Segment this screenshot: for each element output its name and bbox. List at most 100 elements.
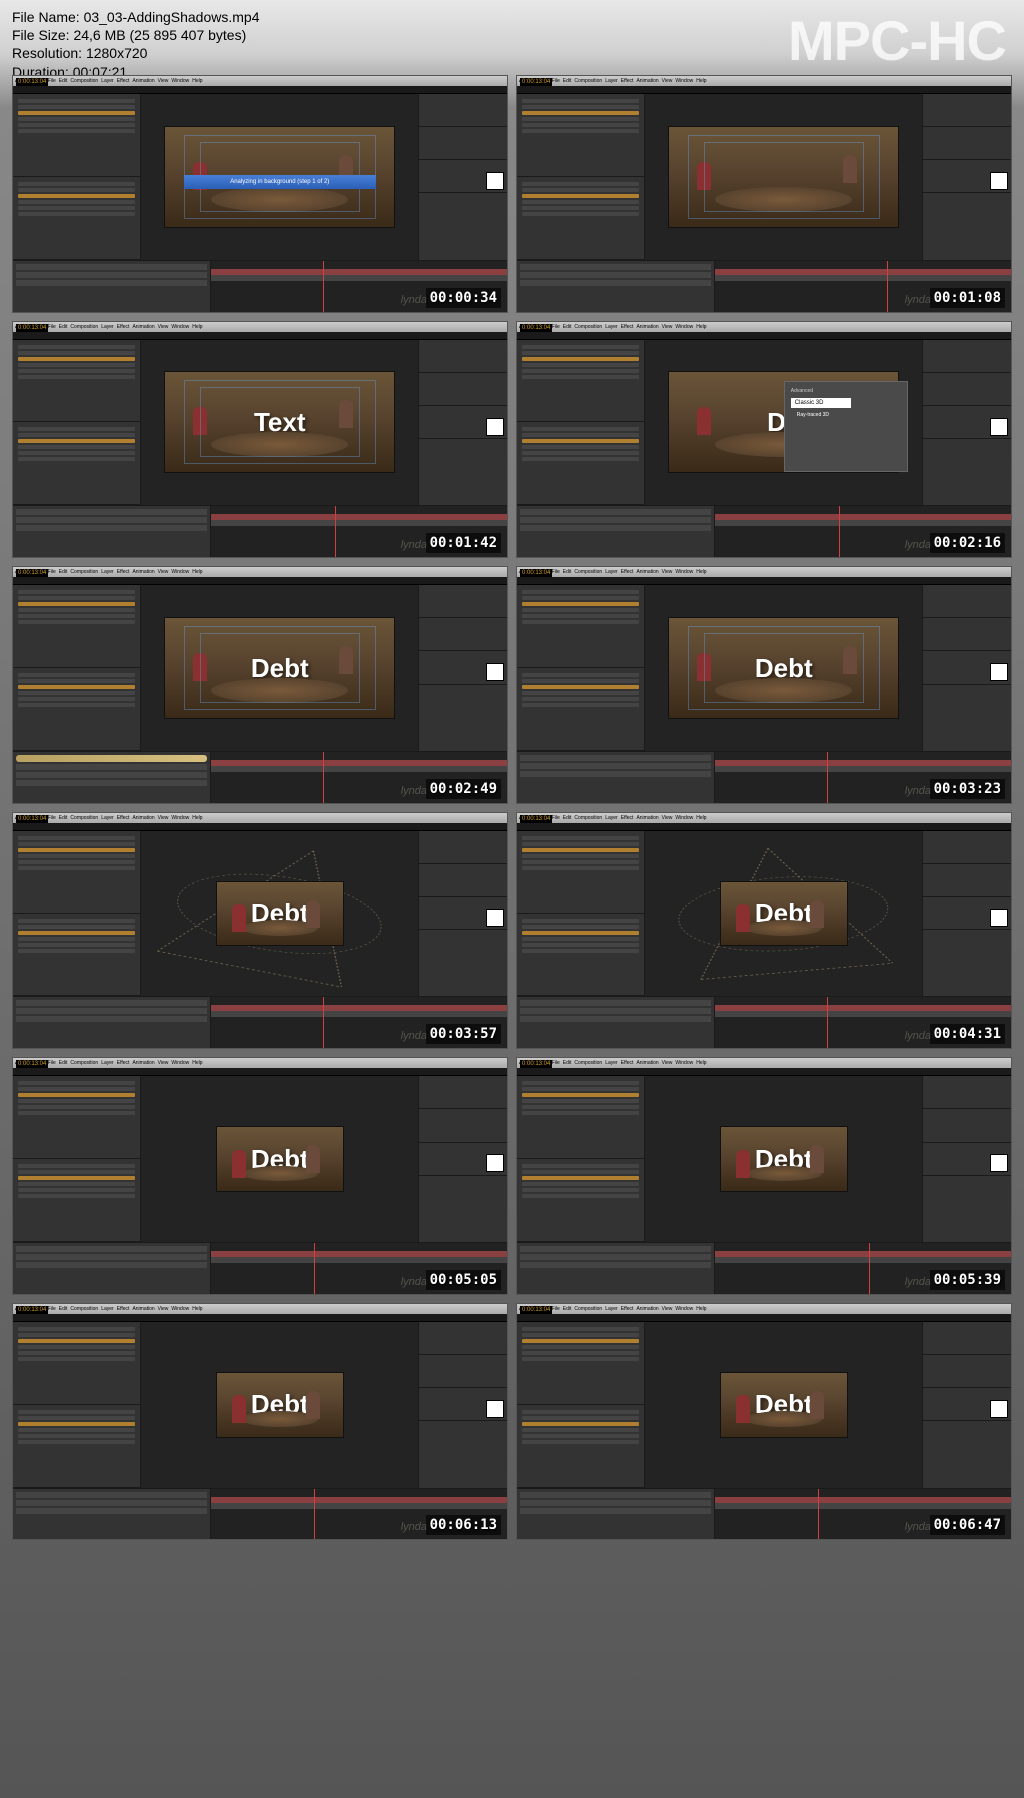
menu-view[interactable]: View bbox=[662, 324, 673, 330]
menu-animation[interactable]: Animation bbox=[636, 815, 658, 821]
menu-edit[interactable]: Edit bbox=[563, 1060, 572, 1066]
menu-file[interactable]: File bbox=[48, 1306, 56, 1312]
menu-animation[interactable]: Animation bbox=[132, 1060, 154, 1066]
playhead[interactable] bbox=[314, 1243, 315, 1294]
color-swatch[interactable] bbox=[990, 172, 1008, 190]
menu-help[interactable]: Help bbox=[696, 815, 706, 821]
effects-panel[interactable] bbox=[922, 340, 1011, 506]
preview-frame[interactable]: Debt bbox=[216, 1126, 344, 1192]
effects-panel[interactable] bbox=[418, 831, 507, 997]
color-swatch[interactable] bbox=[486, 1400, 504, 1418]
preview-frame[interactable]: Debt bbox=[668, 617, 899, 719]
color-swatch[interactable] bbox=[486, 1154, 504, 1172]
playhead[interactable] bbox=[323, 752, 324, 803]
menu-edit[interactable]: Edit bbox=[563, 78, 572, 84]
composition-viewer[interactable]: Debt bbox=[141, 585, 418, 751]
menu-composition[interactable]: Composition bbox=[574, 1060, 602, 1066]
menu-animation[interactable]: Animation bbox=[636, 569, 658, 575]
current-time[interactable]: 0:00:13:04 bbox=[520, 1060, 552, 1068]
menu-file[interactable]: File bbox=[48, 1060, 56, 1066]
preview-frame[interactable]: Debt bbox=[720, 1372, 848, 1438]
menu-window[interactable]: Window bbox=[675, 1060, 693, 1066]
menu-effect[interactable]: Effect bbox=[621, 324, 634, 330]
toolbar[interactable] bbox=[13, 86, 507, 94]
menu-layer[interactable]: Layer bbox=[101, 1060, 114, 1066]
current-time[interactable]: 0:00:13:04 bbox=[520, 78, 552, 86]
menu-composition[interactable]: Composition bbox=[70, 324, 98, 330]
current-time[interactable]: 0:00:13:04 bbox=[16, 324, 48, 332]
project-panel[interactable] bbox=[517, 340, 645, 506]
menu-view[interactable]: View bbox=[158, 78, 169, 84]
preview-frame[interactable] bbox=[668, 126, 899, 228]
effects-panel[interactable] bbox=[922, 1322, 1011, 1488]
playhead[interactable] bbox=[827, 997, 828, 1048]
menu-view[interactable]: View bbox=[662, 569, 673, 575]
menu-window[interactable]: Window bbox=[675, 569, 693, 575]
menu-file[interactable]: File bbox=[552, 1306, 560, 1312]
menu-edit[interactable]: Edit bbox=[59, 815, 68, 821]
composition-viewer[interactable]: Debt bbox=[141, 831, 418, 997]
project-panel[interactable] bbox=[13, 831, 141, 997]
menu-effect[interactable]: Effect bbox=[621, 78, 634, 84]
selected-layer[interactable] bbox=[16, 755, 207, 762]
menu-view[interactable]: View bbox=[662, 78, 673, 84]
effects-panel[interactable] bbox=[922, 1076, 1011, 1242]
project-panel[interactable] bbox=[13, 585, 141, 751]
current-time[interactable]: 0:00:13:04 bbox=[16, 1306, 48, 1314]
project-panel[interactable] bbox=[517, 94, 645, 260]
preview-frame[interactable]: Analyzing in background (step 1 of 2) bbox=[164, 126, 395, 228]
menu-composition[interactable]: Composition bbox=[70, 1060, 98, 1066]
video-thumbnail-7[interactable]: After EffectsFileEditCompositionLayerEff… bbox=[12, 812, 508, 1050]
menu-view[interactable]: View bbox=[158, 815, 169, 821]
composition-viewer[interactable]: Debt bbox=[645, 831, 922, 997]
toolbar[interactable] bbox=[517, 332, 1011, 340]
menu-animation[interactable]: Animation bbox=[636, 1060, 658, 1066]
menu-help[interactable]: Help bbox=[192, 78, 202, 84]
current-time[interactable]: 0:00:13:04 bbox=[16, 1060, 48, 1068]
menu-edit[interactable]: Edit bbox=[563, 1306, 572, 1312]
composition-viewer[interactable]: DeAdvancedClassic 3DRay-traced 3D bbox=[645, 340, 922, 506]
menu-composition[interactable]: Composition bbox=[574, 1306, 602, 1312]
effects-panel[interactable] bbox=[418, 94, 507, 260]
color-swatch[interactable] bbox=[486, 418, 504, 436]
playhead[interactable] bbox=[323, 997, 324, 1048]
video-thumbnail-8[interactable]: After EffectsFileEditCompositionLayerEff… bbox=[516, 812, 1012, 1050]
color-swatch[interactable] bbox=[990, 909, 1008, 927]
menu-composition[interactable]: Composition bbox=[574, 78, 602, 84]
toolbar[interactable] bbox=[517, 577, 1011, 585]
menu-layer[interactable]: Layer bbox=[101, 324, 114, 330]
menu-animation[interactable]: Animation bbox=[636, 1306, 658, 1312]
menu-view[interactable]: View bbox=[158, 324, 169, 330]
effects-panel[interactable] bbox=[418, 1076, 507, 1242]
playhead[interactable] bbox=[314, 1489, 315, 1540]
menu-view[interactable]: View bbox=[158, 1306, 169, 1312]
menu-edit[interactable]: Edit bbox=[59, 1306, 68, 1312]
menu-composition[interactable]: Composition bbox=[574, 815, 602, 821]
toolbar[interactable] bbox=[517, 1068, 1011, 1076]
menu-help[interactable]: Help bbox=[192, 1306, 202, 1312]
project-panel[interactable] bbox=[517, 585, 645, 751]
menu-layer[interactable]: Layer bbox=[101, 78, 114, 84]
menu-window[interactable]: Window bbox=[171, 78, 189, 84]
menu-layer[interactable]: Layer bbox=[605, 1060, 618, 1066]
menu-effect[interactable]: Effect bbox=[621, 1060, 634, 1066]
effects-panel[interactable] bbox=[418, 1322, 507, 1488]
menu-view[interactable]: View bbox=[662, 1060, 673, 1066]
menu-animation[interactable]: Animation bbox=[636, 324, 658, 330]
composition-viewer[interactable]: Debt bbox=[645, 1322, 922, 1488]
current-time[interactable]: 0:00:13:04 bbox=[16, 569, 48, 577]
color-swatch[interactable] bbox=[990, 663, 1008, 681]
menu-layer[interactable]: Layer bbox=[101, 1306, 114, 1312]
menu-help[interactable]: Help bbox=[696, 1306, 706, 1312]
toolbar[interactable] bbox=[13, 1068, 507, 1076]
project-panel[interactable] bbox=[517, 831, 645, 997]
video-thumbnail-12[interactable]: After EffectsFileEditCompositionLayerEff… bbox=[516, 1303, 1012, 1541]
video-thumbnail-9[interactable]: After EffectsFileEditCompositionLayerEff… bbox=[12, 1057, 508, 1295]
color-swatch[interactable] bbox=[990, 1400, 1008, 1418]
video-thumbnail-3[interactable]: After EffectsFileEditCompositionLayerEff… bbox=[12, 321, 508, 559]
menu-animation[interactable]: Animation bbox=[132, 78, 154, 84]
menu-effect[interactable]: Effect bbox=[117, 815, 130, 821]
menu-layer[interactable]: Layer bbox=[101, 815, 114, 821]
menu-help[interactable]: Help bbox=[192, 1060, 202, 1066]
menu-effect[interactable]: Effect bbox=[621, 569, 634, 575]
